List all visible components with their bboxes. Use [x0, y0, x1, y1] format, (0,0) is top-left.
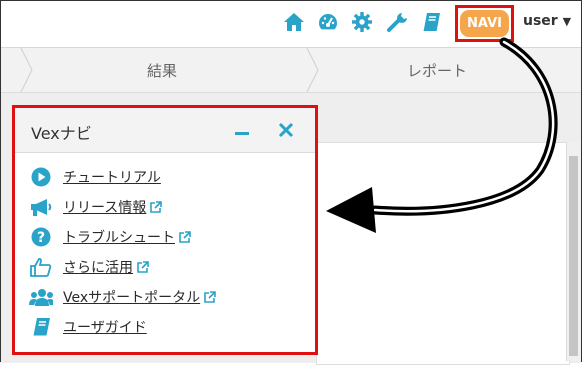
navi-item-tutorial[interactable]: チュートリアル — [29, 166, 161, 188]
vex-navi-panel: Vexナビ チュートリアル リリース情報 ? トラブルシュート さらに活用 Ve… — [12, 105, 318, 355]
breadcrumb: 結果 レポート — [1, 48, 581, 93]
content-card — [316, 142, 570, 365]
external-link-icon — [178, 230, 191, 244]
gear-icon[interactable] — [351, 11, 373, 33]
navi-item-label: チュートリアル — [63, 170, 161, 186]
users-icon — [29, 286, 53, 308]
help-icon: ? — [29, 226, 53, 248]
panel-header: Vexナビ — [15, 108, 315, 153]
play-icon — [29, 166, 53, 188]
dashboard-icon[interactable] — [317, 11, 339, 33]
home-icon[interactable] — [283, 11, 305, 33]
wrench-icon[interactable] — [387, 11, 409, 33]
svg-text:?: ? — [37, 230, 45, 246]
navi-item-label: さらに活用 — [63, 260, 133, 276]
caret-down-icon: ▼ — [562, 15, 572, 28]
breadcrumb-separators — [20, 48, 319, 92]
navi-item-label: ユーザガイド — [63, 320, 147, 336]
navi-item-label: トラブルシュート — [63, 230, 175, 246]
navi-item-troubleshoot[interactable]: ? トラブルシュート — [29, 226, 191, 248]
close-icon[interactable] — [277, 120, 295, 140]
book-icon — [29, 316, 53, 338]
navi-item-label: リリース情報 — [63, 200, 147, 216]
navi-item-user-guide[interactable]: ユーザガイド — [29, 316, 147, 338]
top-bar: NAVI user ▼ — [1, 1, 581, 48]
breadcrumb-item-results[interactable]: 結果 — [147, 60, 177, 81]
megaphone-icon — [29, 196, 53, 218]
external-link-icon — [203, 290, 216, 304]
navi-item-make-use[interactable]: さらに活用 — [29, 256, 149, 278]
thumbs-up-icon — [29, 256, 53, 278]
user-menu[interactable]: user ▼ — [523, 13, 571, 29]
scrollbar-thumb[interactable] — [569, 156, 578, 356]
breadcrumb-item-report[interactable]: レポート — [407, 60, 467, 81]
navi-item-release-info[interactable]: リリース情報 — [29, 196, 163, 218]
external-link-icon — [136, 260, 149, 274]
panel-title: Vexナビ — [31, 124, 92, 143]
navi-item-support-portal[interactable]: Vexサポートポータル — [29, 286, 216, 308]
external-link-icon — [149, 200, 163, 214]
navi-item-label: Vexサポートポータル — [63, 290, 201, 306]
navi-highlight-box — [455, 5, 514, 42]
minimize-icon[interactable] — [235, 120, 249, 140]
manual-icon[interactable] — [421, 11, 443, 33]
user-label: user — [523, 13, 558, 29]
vertical-scrollbar[interactable] — [566, 142, 581, 361]
